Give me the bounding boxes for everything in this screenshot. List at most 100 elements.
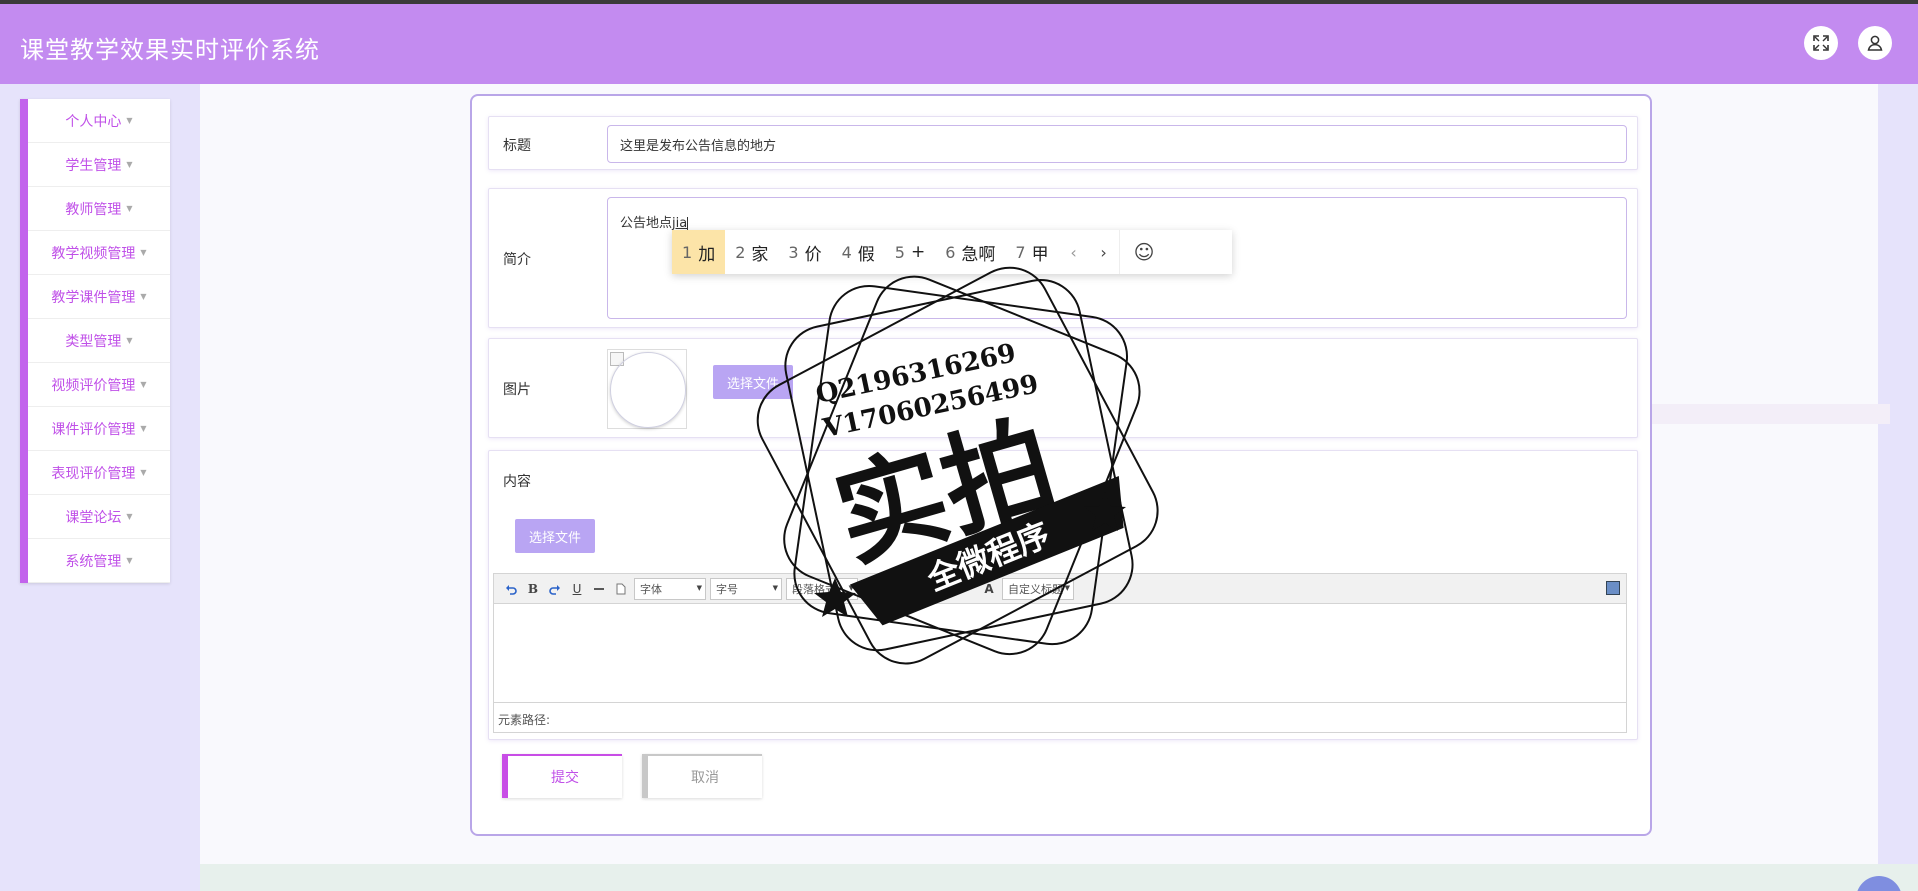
ime-candidate-text: 家 (751, 244, 769, 265)
sidebar-item-courseware[interactable]: 教学课件管理 ▼ (28, 275, 170, 319)
sidebar-item-label: 教师管理 (65, 201, 122, 218)
font-family-value: 字体 (640, 582, 662, 596)
sidebar-item-teachers[interactable]: 教师管理 ▼ (28, 187, 170, 231)
fullscreen-button[interactable] (1804, 26, 1838, 60)
caret-down-icon: ▼ (126, 556, 133, 565)
dropdown-arrow-icon: ▼ (848, 583, 854, 592)
ime-candidate[interactable]: 1 加 (672, 230, 726, 274)
custom-heading-value: 自定义标题 (1008, 582, 1063, 596)
ime-candidate[interactable]: 4 假 (832, 230, 885, 274)
ime-candidate-number: 2 (735, 242, 746, 262)
sidebar-item-label: 教学视频管理 (51, 245, 136, 262)
intro-label: 简介 (503, 252, 531, 268)
sidebar-item-teaching-videos[interactable]: 教学视频管理 ▼ (28, 231, 170, 275)
cancel-button[interactable]: 取消 (642, 754, 762, 798)
dropdown-arrow-icon: ▼ (696, 583, 702, 592)
ime-candidate-number: 1 (682, 242, 693, 262)
sidebar-item-label: 视频评价管理 (51, 377, 136, 394)
content-label: 内容 (503, 474, 531, 490)
ime-candidate-text: + (910, 242, 926, 262)
sidebar-item-label: 课件评价管理 (51, 421, 136, 438)
caret-down-icon: ▼ (126, 160, 133, 169)
submit-button[interactable]: 提交 (502, 754, 622, 798)
font-family-select[interactable]: 字体 ▼ (634, 577, 706, 600)
paragraph-format-select[interactable]: 段落格式 ▼ (786, 577, 858, 600)
ime-candidate-number: 6 (945, 242, 956, 262)
redo-icon[interactable] (544, 578, 566, 600)
editor-toolbar: B U 字体 ▼ 字号 ▼ 段落格式 ▼ A 自定义标题 ▼ (494, 574, 1626, 604)
image-preview (607, 349, 687, 429)
sidebar-item-label: 个人中心 (65, 113, 122, 130)
caret-down-icon: ▼ (126, 204, 133, 213)
rich-text-editor: B U 字体 ▼ 字号 ▼ 段落格式 ▼ A 自定义标题 ▼ 元素路径: (493, 573, 1627, 733)
intro-text: 公告地点jia (620, 212, 689, 231)
ime-candidate-number: 7 (1015, 242, 1026, 262)
fullscreen-icon (1813, 35, 1829, 51)
sidebar-item-video-reviews[interactable]: 视频评价管理 ▼ (28, 363, 170, 407)
sidebar-item-personal-center[interactable]: 个人中心 ▼ (28, 99, 170, 143)
dropdown-arrow-icon: ▼ (1064, 583, 1070, 592)
sidebar-item-label: 教学课件管理 (51, 289, 136, 306)
font-color-icon[interactable]: A (978, 578, 1000, 600)
font-size-value: 字号 (716, 582, 738, 596)
horizontal-rule-icon[interactable] (588, 578, 610, 600)
paragraph-format-value: 段落格式 (792, 582, 836, 596)
user-icon (1867, 35, 1883, 51)
sidebar-item-courseware-reviews[interactable]: 课件评价管理 ▼ (28, 407, 170, 451)
app-header: 课堂教学效果实时评价系统 (0, 4, 1918, 84)
content-choose-file-button[interactable]: 选择文件 (515, 519, 595, 553)
ime-candidate-text: 急啊 (961, 244, 996, 265)
caret-down-icon: ▼ (140, 468, 147, 477)
image-label: 图片 (503, 382, 531, 398)
user-menu-button[interactable] (1858, 26, 1892, 60)
sidebar-item-types[interactable]: 类型管理 ▼ (28, 319, 170, 363)
ime-candidate-text: 假 (857, 244, 875, 265)
intro-composition-text: jia (672, 216, 688, 231)
title-row: 标题 (488, 116, 1638, 170)
table-icon[interactable] (860, 578, 882, 600)
ime-candidate[interactable]: 2 家 (725, 230, 778, 274)
app-title: 课堂教学效果实时评价系统 (20, 36, 320, 64)
ime-next-page-icon[interactable]: › (1089, 230, 1119, 274)
sidebar-item-performance-reviews[interactable]: 表现评价管理 ▼ (28, 451, 170, 495)
ime-candidate-text: 加 (698, 244, 716, 265)
font-size-select[interactable]: 字号 ▼ (710, 577, 782, 600)
announcement-form: 标题 简介 公告地点jia 图片 选择文件 内容 选择文件 B U (470, 94, 1652, 836)
underline-icon[interactable]: U (566, 578, 588, 600)
sidebar-item-students[interactable]: 学生管理 ▼ (28, 143, 170, 187)
image-choose-file-button[interactable]: 选择文件 (713, 365, 793, 399)
document-icon[interactable] (610, 578, 632, 600)
sidebar-item-label: 学生管理 (65, 157, 122, 174)
ime-candidate[interactable]: 7 甲 (1005, 230, 1058, 274)
title-label: 标题 (503, 138, 531, 154)
custom-heading-select[interactable]: 自定义标题 ▼ (1002, 577, 1074, 600)
sidebar-item-system[interactable]: 系统管理 ▼ (28, 539, 170, 583)
ime-emoji-icon[interactable]: ☺ (1118, 230, 1169, 274)
sidebar-item-label: 类型管理 (65, 333, 122, 350)
title-input[interactable] (607, 125, 1627, 163)
sidebar-item-forum[interactable]: 课堂论坛 ▼ (28, 495, 170, 539)
ime-candidate-window: 1 加 2 家 3 价 4 假 5 + 6 急啊 7 甲 ‹ › ☺ (672, 230, 1232, 274)
footer-bar (200, 864, 1918, 891)
sidebar-item-label: 课堂论坛 (65, 509, 122, 526)
ime-candidate[interactable]: 5 + (885, 230, 935, 274)
ime-prev-page-icon[interactable]: ‹ (1059, 230, 1089, 274)
caret-down-icon: ▼ (140, 248, 147, 257)
sidebar-menu: 个人中心 ▼ 学生管理 ▼ 教师管理 ▼ 教学视频管理 ▼ 教学课件管理 ▼ 类型管理 ▼ … (20, 99, 170, 583)
caret-down-icon: ▼ (140, 380, 147, 389)
caret-down-icon: ▼ (126, 116, 133, 125)
ime-candidate[interactable]: 6 急啊 (935, 230, 1005, 274)
ime-candidate-number: 4 (841, 242, 852, 262)
ime-candidate[interactable]: 3 价 (778, 230, 831, 274)
undo-icon[interactable] (500, 578, 522, 600)
caret-down-icon: ▼ (140, 424, 147, 433)
text-cursor (687, 216, 689, 231)
sidebar-item-label: 系统管理 (65, 553, 122, 570)
editor-content-area[interactable] (494, 604, 1626, 702)
image-placeholder-circle (610, 352, 686, 428)
bold-icon[interactable]: B (522, 578, 544, 600)
content-row: 内容 选择文件 B U 字体 ▼ 字号 ▼ 段落格式 ▼ A 自定义标题 ▼ 元素路径: (488, 450, 1638, 740)
caret-down-icon: ▼ (140, 292, 147, 301)
sidebar-item-label: 表现评价管理 (51, 465, 136, 482)
fullscreen-editor-icon[interactable] (1606, 581, 1620, 595)
